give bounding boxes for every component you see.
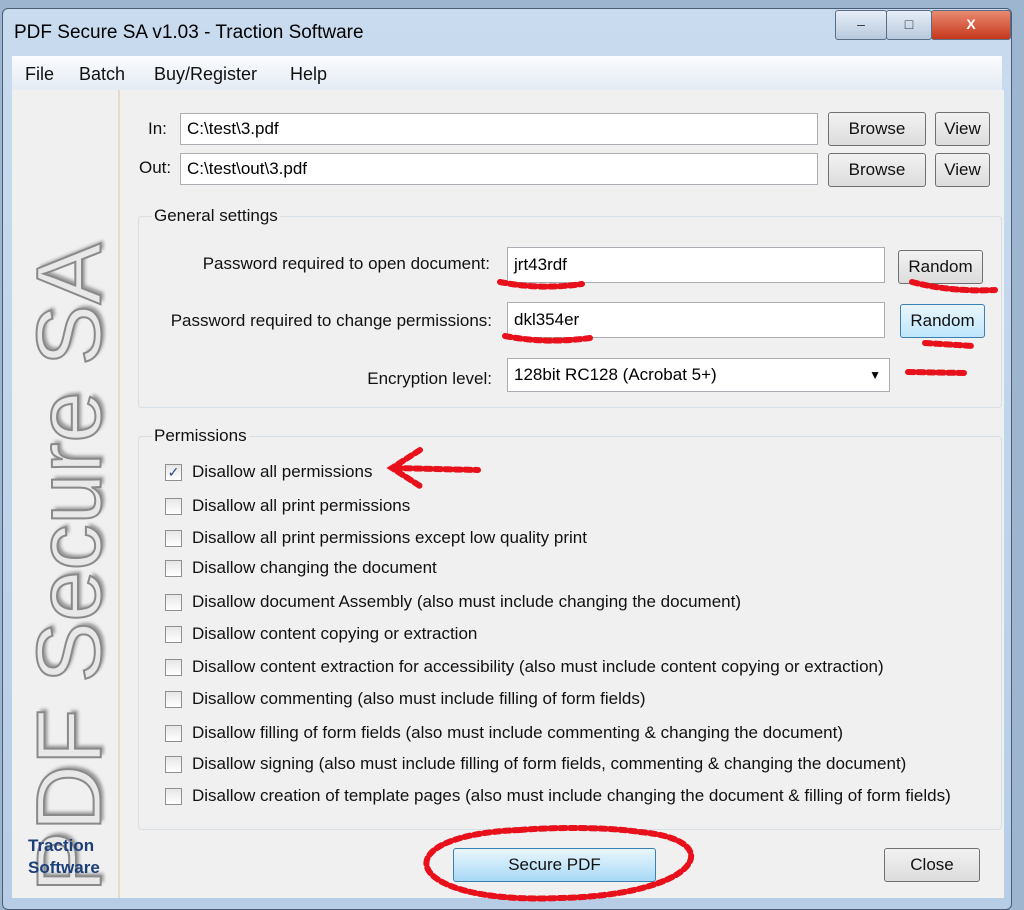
permission-label[interactable]: Disallow filling of form fields (also mu… [192,723,843,743]
permission-checkbox[interactable] [165,560,182,577]
permission-checkbox[interactable]: ✓ [165,464,182,481]
close-window-button[interactable]: X [931,10,1011,40]
permission-label[interactable]: Disallow commenting (also must include f… [192,689,646,709]
permission-label[interactable]: Disallow creation of template pages (als… [192,786,951,806]
in-browse-button[interactable]: Browse [828,112,926,146]
permission-checkbox[interactable] [165,756,182,773]
permission-checkbox[interactable] [165,691,182,708]
maximize-button[interactable]: □ [886,10,932,40]
general-settings-legend: General settings [152,206,280,226]
permission-label[interactable]: Disallow content extraction for accessib… [192,657,884,677]
permissions-legend: Permissions [152,426,249,446]
encryption-level-value: 128bit RC128 (Acrobat 5+) [514,365,717,384]
permission-checkbox[interactable] [165,498,182,515]
permission-label[interactable]: Disallow all print permissions [192,496,410,516]
menu-batch[interactable]: Batch [79,64,125,85]
permission-checkbox[interactable] [165,725,182,742]
permission-label[interactable]: Disallow content copying or extraction [192,624,477,644]
out-label: Out: [139,158,172,177]
brand-line1: Traction [28,836,95,855]
encryption-level-select[interactable]: 128bit RC128 (Acrobat 5+) ▼ [507,358,890,392]
sidebar: PDF Secure SA [18,90,122,898]
random-open-password-button[interactable]: Random [898,250,983,284]
permission-checkbox[interactable] [165,659,182,676]
close-button[interactable]: Close [884,848,980,882]
permission-checkbox[interactable] [165,530,182,547]
menu-bar: File Batch Buy/Register Help [12,56,1002,91]
permission-label[interactable]: Disallow signing (also must include fill… [192,754,906,774]
menu-buy-register[interactable]: Buy/Register [154,64,257,85]
menu-file[interactable]: File [25,64,54,85]
in-file-input[interactable]: C:\test\3.pdf [180,113,818,145]
window-title: PDF Secure SA v1.03 - Traction Software [14,22,364,43]
permission-label[interactable]: Disallow all permissions [192,462,372,482]
out-view-button[interactable]: View [935,153,990,187]
permission-label[interactable]: Disallow all print permissions except lo… [192,528,587,548]
minimize-button[interactable]: – [835,10,887,40]
secure-pdf-button[interactable]: Secure PDF [453,848,656,882]
in-view-button[interactable]: View [935,112,990,146]
permission-checkbox[interactable] [165,788,182,805]
permission-checkbox[interactable] [165,626,182,643]
dropdown-arrow-icon: ▼ [869,368,881,382]
encryption-level-label: Encryption level: [367,369,492,388]
permissions-password-label: Password required to change permissions: [170,311,492,330]
open-password-label: Password required to open document: [202,254,490,273]
out-browse-button[interactable]: Browse [828,153,926,187]
open-password-input[interactable]: jrt43rdf [507,247,885,283]
permission-label[interactable]: Disallow changing the document [192,558,437,578]
permissions-password-input[interactable]: dkl354er [507,302,885,338]
brand-line2: Software [28,858,100,877]
logo-vertical: PDF Secure SA [18,242,122,893]
in-label: In: [148,119,167,138]
out-file-input[interactable]: C:\test\out\3.pdf [180,153,818,185]
permission-label[interactable]: Disallow document Assembly (also must in… [192,592,741,612]
menu-help[interactable]: Help [290,64,327,85]
permission-checkbox[interactable] [165,594,182,611]
random-permissions-password-button[interactable]: Random [900,304,985,338]
